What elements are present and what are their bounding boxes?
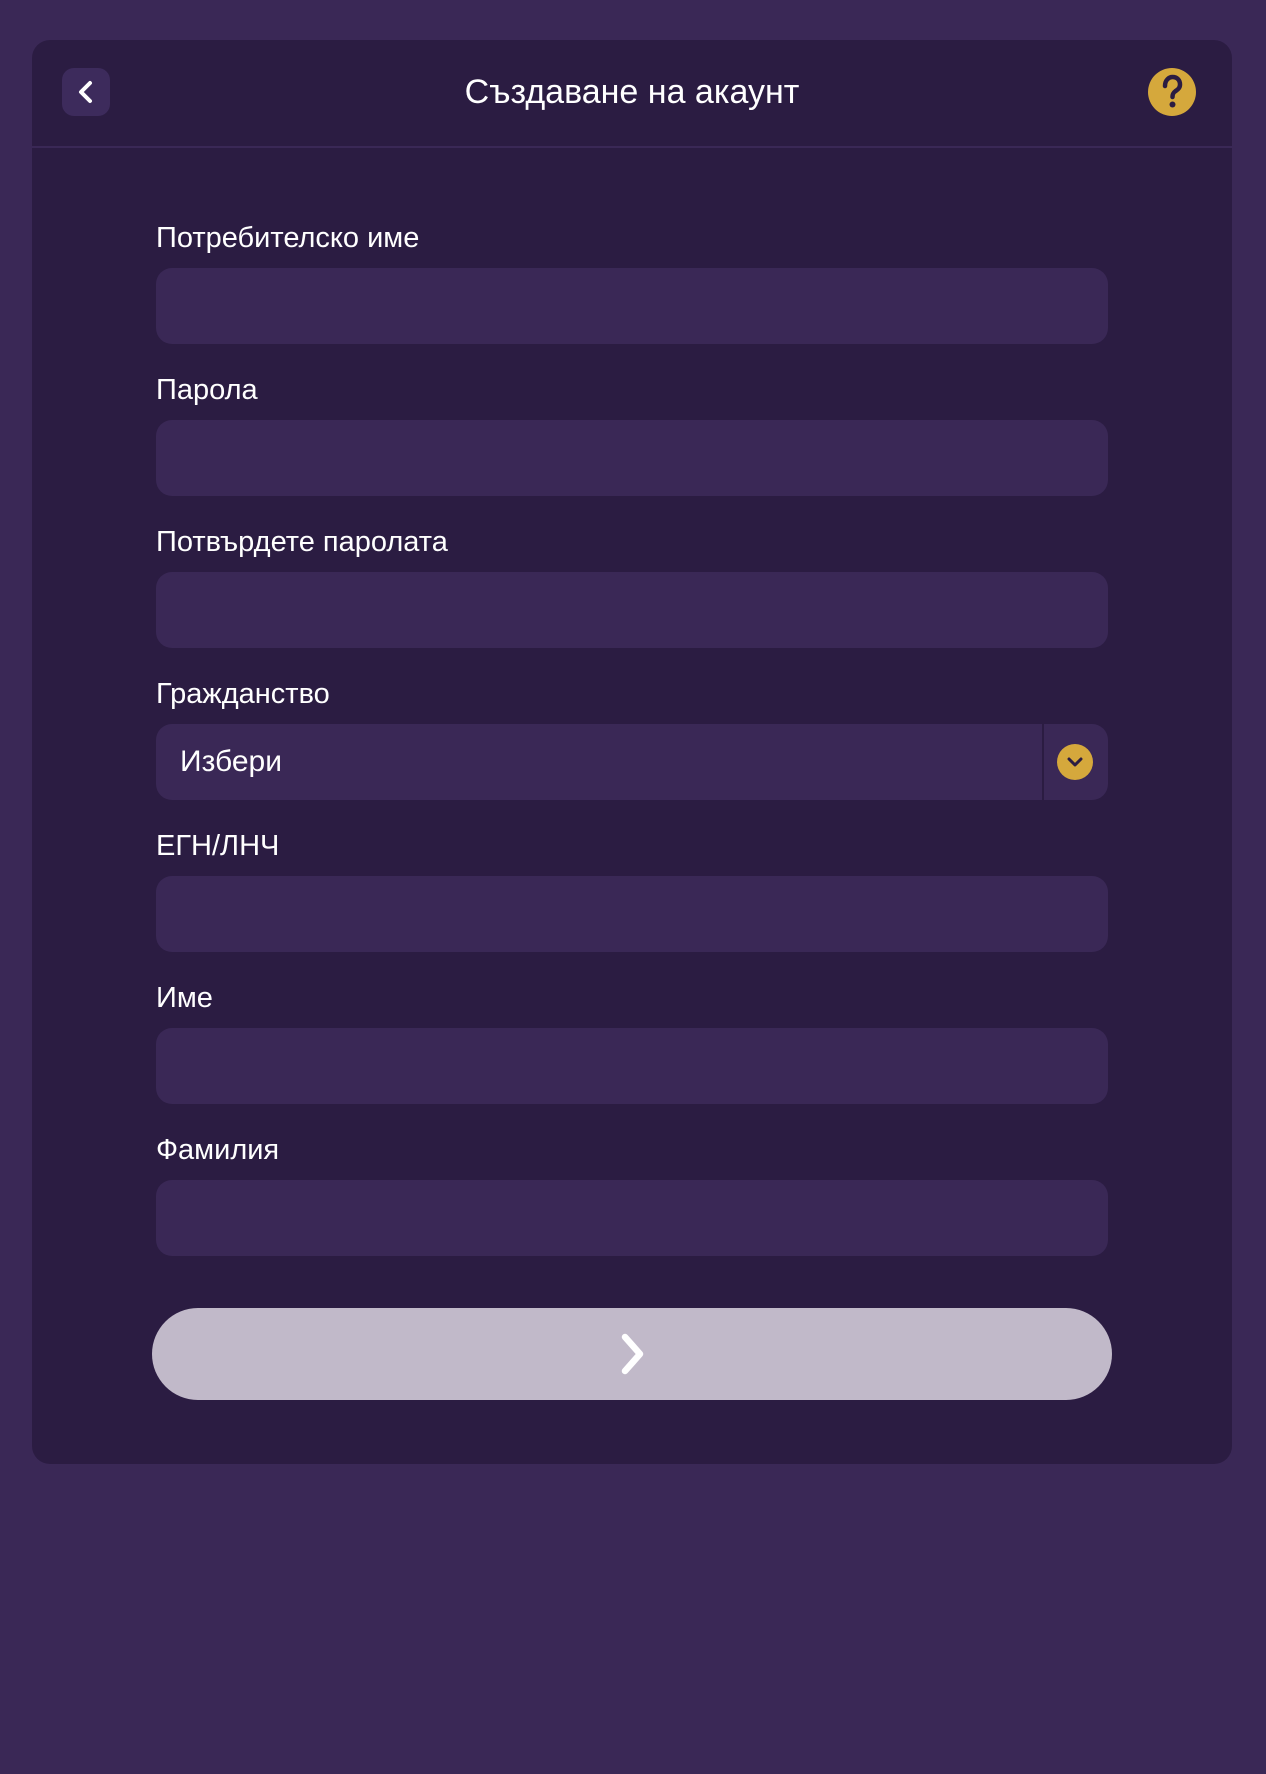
username-label: Потребителско име bbox=[156, 222, 420, 254]
chevron-down-icon bbox=[1057, 744, 1093, 780]
first-name-label: Име bbox=[156, 982, 213, 1014]
password-field-group: Парола bbox=[156, 372, 1108, 524]
registration-form: Потребителско име Парола Потвърдете паро… bbox=[156, 220, 1108, 1284]
page-title: Създаване на акаунт bbox=[464, 73, 800, 111]
egn-input[interactable] bbox=[156, 876, 1108, 952]
last-name-field-group: Фамилия bbox=[156, 1132, 1108, 1284]
back-button[interactable] bbox=[62, 68, 110, 116]
username-field-group: Потребителско име bbox=[156, 220, 1108, 372]
confirm-password-input[interactable] bbox=[156, 572, 1108, 648]
citizenship-selected-value: Избери bbox=[180, 745, 282, 778]
confirm-password-field-group: Потвърдете паролата bbox=[156, 524, 1108, 676]
citizenship-label: Гражданство bbox=[156, 678, 330, 710]
password-label: Парола bbox=[156, 374, 258, 406]
help-button[interactable] bbox=[1148, 68, 1196, 116]
last-name-label: Фамилия bbox=[156, 1134, 280, 1166]
chevron-left-icon bbox=[79, 81, 92, 103]
header: Създаване на акаунт bbox=[32, 40, 1232, 148]
egn-field-group: ЕГН/ЛНЧ bbox=[156, 828, 1108, 980]
chevron-right-icon bbox=[621, 1333, 644, 1375]
citizenship-select[interactable]: Избери bbox=[156, 724, 1108, 800]
username-input[interactable] bbox=[156, 268, 1108, 344]
next-button[interactable] bbox=[152, 1308, 1112, 1400]
citizenship-field-group: Гражданство Избери bbox=[156, 676, 1108, 828]
confirm-password-label: Потвърдете паролата bbox=[156, 526, 448, 558]
first-name-input[interactable] bbox=[156, 1028, 1108, 1104]
last-name-input[interactable] bbox=[156, 1180, 1108, 1256]
question-mark-icon bbox=[1162, 74, 1183, 108]
first-name-field-group: Име bbox=[156, 980, 1108, 1132]
password-input[interactable] bbox=[156, 420, 1108, 496]
registration-card: Създаване на акаунт Потребителско име Па… bbox=[32, 40, 1232, 1464]
egn-label: ЕГН/ЛНЧ bbox=[156, 830, 280, 862]
select-divider bbox=[1042, 724, 1044, 800]
